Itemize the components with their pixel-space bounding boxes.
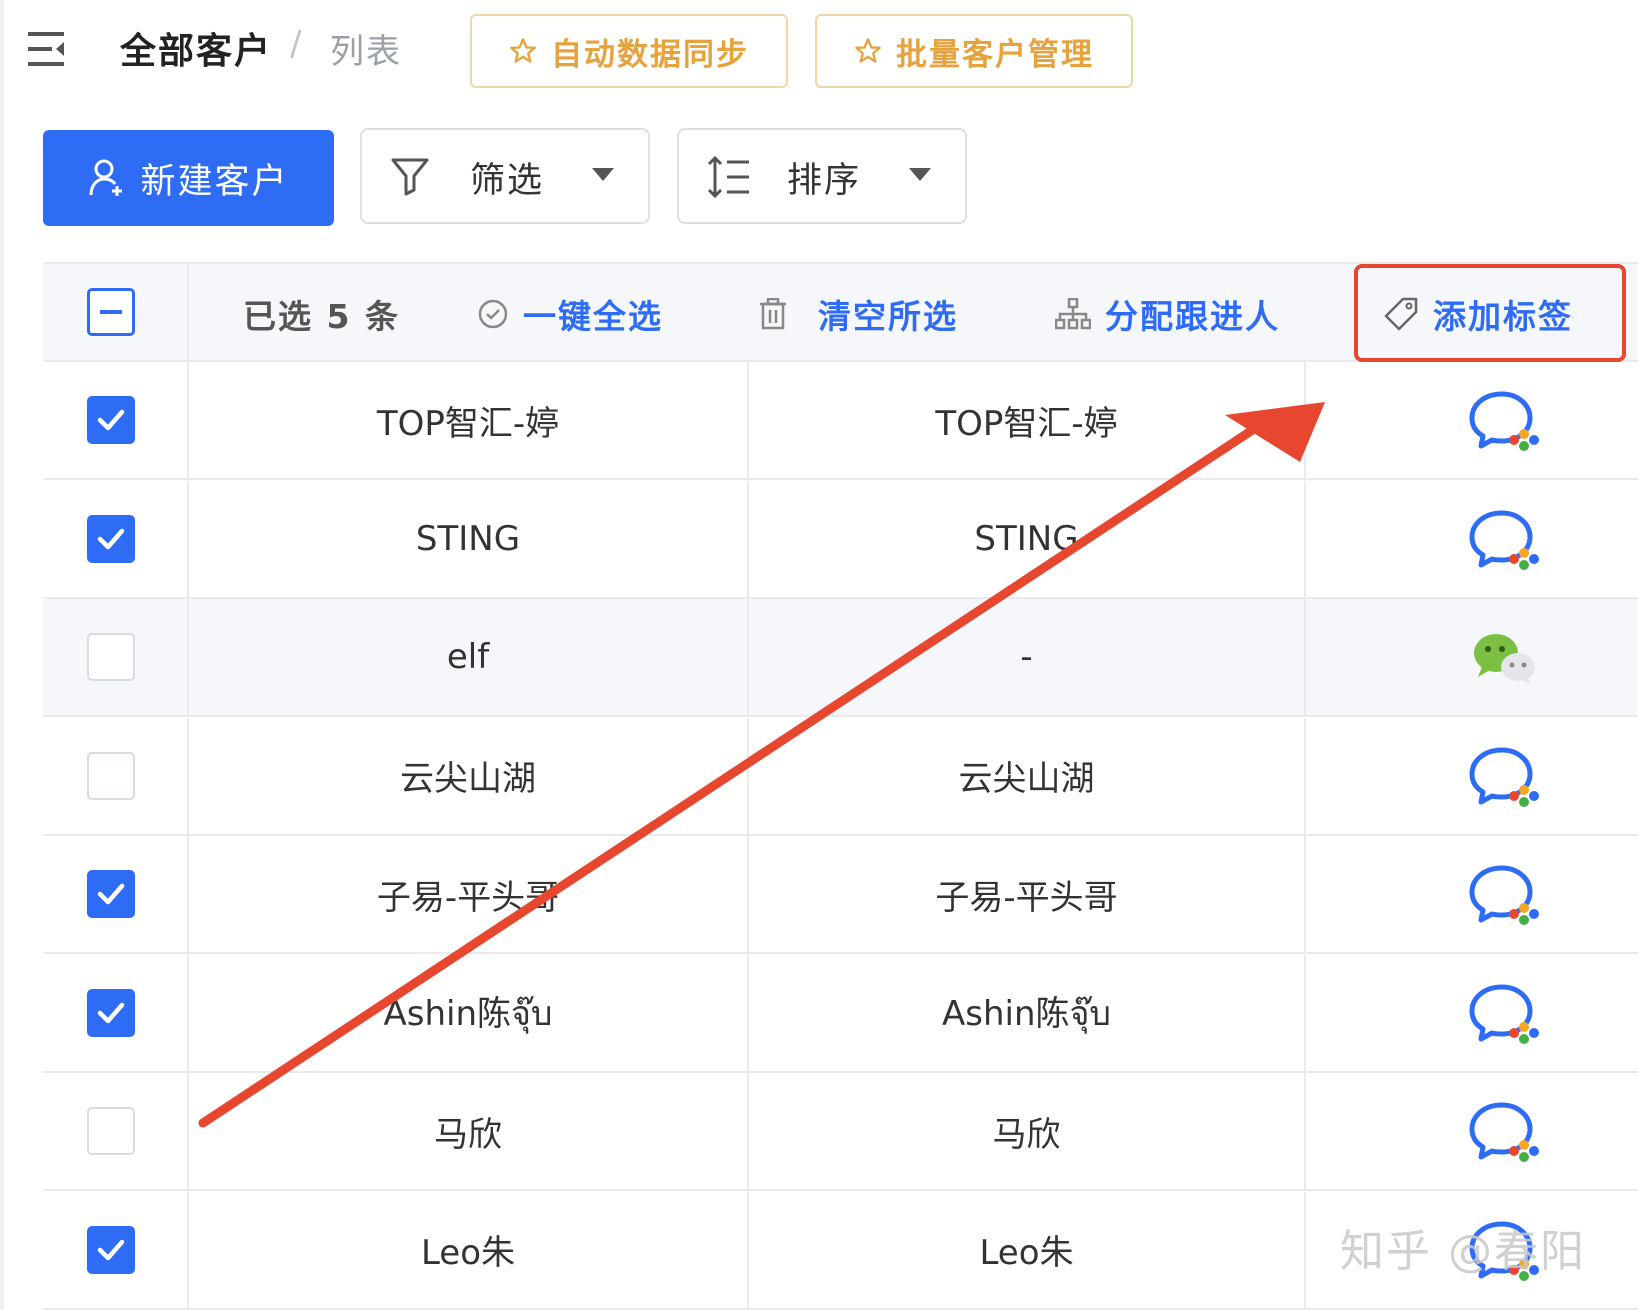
- channel-cell: [1306, 362, 1638, 478]
- wecom-icon: [1466, 981, 1546, 1053]
- channel-cell: [1306, 718, 1638, 834]
- row-checkbox[interactable]: [87, 396, 135, 444]
- filter-dropdown[interactable]: 筛选: [360, 128, 650, 224]
- customer-name[interactable]: STING: [189, 480, 749, 597]
- customer-name[interactable]: Ashin陈จุ๊บ: [189, 954, 749, 1071]
- row-checkbox[interactable]: [87, 514, 135, 563]
- customer-remark: Leo朱: [749, 1191, 1306, 1308]
- customer-name[interactable]: 马欣: [189, 1073, 749, 1189]
- channel-cell: [1306, 955, 1638, 1071]
- customer-remark: 云尖山湖: [749, 717, 1306, 834]
- clear-selection-link[interactable]: 清空所选: [758, 290, 958, 338]
- breadcrumb-current: 列表: [330, 32, 402, 72]
- table-row[interactable]: TOP智汇-婷 TOP智汇-婷: [43, 362, 1638, 480]
- sort-label: 排序: [787, 161, 862, 201]
- row-checkbox-cell: [43, 717, 189, 834]
- selected-count-label: 已选 5 条: [243, 297, 400, 336]
- row-checkbox-cell: [43, 599, 189, 715]
- filter-label: 筛选: [470, 161, 545, 201]
- customer-remark: 子易-平头哥: [749, 836, 1306, 952]
- sort-icon: [707, 156, 749, 198]
- table-row[interactable]: Ashin陈จุ๊บ Ashin陈จุ๊บ: [43, 954, 1638, 1073]
- header-checkbox-cell: [43, 264, 189, 362]
- selected-count: 已选 5 条: [243, 290, 400, 338]
- row-checkbox-cell: [43, 1191, 189, 1308]
- customer-name[interactable]: TOP智汇-婷: [189, 362, 749, 478]
- star-icon: [510, 38, 536, 63]
- batch-manage-button[interactable]: 批量客户管理: [815, 14, 1133, 88]
- row-checkbox-cell: [43, 362, 189, 478]
- row-checkbox[interactable]: [87, 988, 135, 1037]
- table-row[interactable]: elf -: [43, 599, 1638, 717]
- check-circle-icon: [478, 299, 508, 329]
- wecom-icon: [1466, 744, 1546, 816]
- row-checkbox[interactable]: [87, 751, 135, 800]
- selection-bar: 已选 5 条 一键全选 清空所选 分配跟进人 添加标签: [43, 262, 1638, 362]
- customer-name[interactable]: 子易-平头哥: [189, 836, 749, 952]
- wecom-icon: [1466, 388, 1546, 460]
- breadcrumb-main[interactable]: 全部客户: [120, 22, 272, 74]
- row-checkbox-cell: [43, 954, 189, 1071]
- auto-sync-label: 自动数据同步: [551, 36, 749, 73]
- star-icon: [855, 38, 881, 63]
- select-all-link[interactable]: 一键全选: [477, 290, 663, 338]
- wechat-icon: [1466, 625, 1546, 697]
- select-all-checkbox[interactable]: [87, 288, 135, 336]
- table-row[interactable]: 云尖山湖 云尖山湖: [43, 717, 1638, 836]
- new-customer-label: 新建客户: [140, 161, 289, 202]
- customer-name[interactable]: elf: [189, 599, 749, 715]
- row-checkbox-cell: [43, 1073, 189, 1189]
- sort-dropdown[interactable]: 排序: [677, 128, 967, 224]
- channel-cell: [1306, 599, 1638, 715]
- row-checkbox-cell: [43, 836, 189, 952]
- batch-manage-label: 批量客户管理: [896, 36, 1094, 73]
- wecom-icon: [1466, 1099, 1546, 1171]
- customer-remark: TOP智汇-婷: [749, 362, 1306, 478]
- row-checkbox[interactable]: [87, 1225, 135, 1274]
- menu-collapse-icon[interactable]: [28, 30, 68, 68]
- row-checkbox[interactable]: [87, 633, 135, 681]
- org-chart-icon: [1055, 298, 1091, 330]
- trash-icon: [760, 298, 786, 330]
- add-user-icon: [89, 159, 123, 196]
- wecom-icon: [1466, 507, 1546, 579]
- customer-remark: -: [749, 599, 1306, 715]
- new-customer-button[interactable]: 新建客户: [43, 130, 334, 226]
- auto-sync-button[interactable]: 自动数据同步: [470, 14, 788, 88]
- table-row[interactable]: 马欣 马欣: [43, 1073, 1638, 1191]
- row-checkbox[interactable]: [87, 1107, 135, 1155]
- page-header: 全部客户 / 列表 自动数据同步 批量客户管理: [0, 0, 1638, 110]
- chevron-down-icon: [909, 168, 931, 181]
- breadcrumb-separator: /: [290, 24, 302, 64]
- annotation-highlight-box: [1354, 264, 1626, 362]
- sidebar-edge: [0, 0, 4, 1310]
- table-row[interactable]: STING STING: [43, 480, 1638, 599]
- channel-cell: [1306, 1073, 1638, 1189]
- wecom-icon: [1466, 862, 1546, 934]
- assign-follower-label: 分配跟进人: [1105, 297, 1280, 336]
- assign-follower-link[interactable]: 分配跟进人: [1055, 290, 1280, 338]
- customer-remark: Ashin陈จุ๊บ: [749, 954, 1306, 1071]
- channel-cell: [1306, 481, 1638, 597]
- select-all-label: 一键全选: [523, 297, 663, 336]
- clear-selection-label: 清空所选: [818, 297, 958, 336]
- chevron-down-icon: [592, 168, 614, 181]
- customer-name[interactable]: 云尖山湖: [189, 717, 749, 834]
- channel-cell: [1306, 836, 1638, 952]
- row-checkbox-cell: [43, 480, 189, 597]
- customer-remark: STING: [749, 480, 1306, 597]
- customer-name[interactable]: Leo朱: [189, 1191, 749, 1308]
- watermark: 知乎 @春阳: [1340, 1226, 1586, 1277]
- filter-icon: [391, 158, 429, 196]
- customer-remark: 马欣: [749, 1073, 1306, 1189]
- row-checkbox[interactable]: [87, 870, 135, 918]
- table-row[interactable]: 子易-平头哥 子易-平头哥: [43, 836, 1638, 954]
